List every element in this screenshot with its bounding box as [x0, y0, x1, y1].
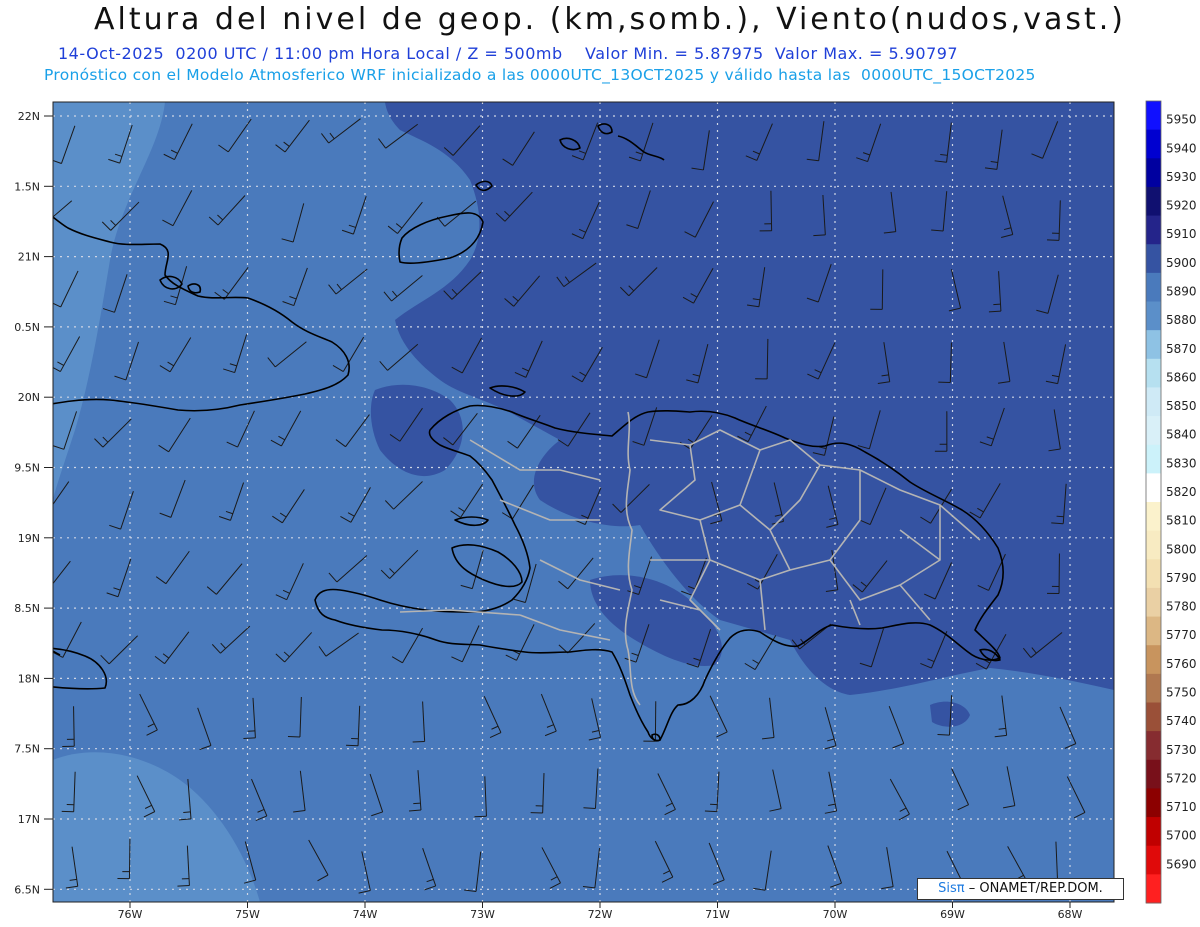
colorbar-label: 5820: [1166, 485, 1197, 499]
colorbar-swatch: [1146, 502, 1161, 532]
colorbar-swatch: [1146, 129, 1161, 159]
colorbar-label: 5840: [1166, 428, 1197, 442]
colorbar-label: 5810: [1166, 514, 1197, 528]
colorbar-swatch: [1146, 387, 1161, 417]
colorbar-swatch: [1146, 444, 1161, 474]
colorbar-swatch: [1146, 301, 1161, 331]
credit-brand: Sisπ: [938, 881, 965, 896]
colorbar-swatch: [1146, 330, 1161, 360]
colorbar-swatch: [1146, 845, 1161, 875]
colorbar-label: 5830: [1166, 456, 1197, 470]
colorbar-swatch: [1146, 645, 1161, 675]
colorbar-swatch: [1146, 788, 1161, 818]
colorbar-swatch: [1146, 874, 1161, 904]
colorbar-label: 5800: [1166, 542, 1197, 556]
colorbar-swatch: [1146, 215, 1161, 245]
colorbar-label: 5890: [1166, 285, 1197, 299]
longitude-axis: 76W 75W 74W 73W 72W 71W 70W 69W 68W: [118, 902, 1083, 921]
colorbar-swatch: [1146, 272, 1161, 302]
colorbar-label: 5870: [1166, 342, 1197, 356]
colorbar-label: 5930: [1166, 170, 1197, 184]
colorbar-label: 5950: [1166, 113, 1197, 127]
colorbar-label: 5940: [1166, 141, 1197, 155]
lon-tick-label: 75W: [235, 908, 260, 921]
lat-tick-label: 6.5N: [14, 883, 40, 896]
colorbar-label: 5900: [1166, 256, 1197, 270]
colorbar-swatch: [1146, 101, 1161, 131]
lat-tick-label: 8.5N: [14, 602, 40, 615]
color-scale: 5950 5940 5930 5920 5910 5900 5890 5880 5870 5860…: [1145, 100, 1197, 904]
lat-tick-label: 17N: [18, 813, 40, 826]
lon-tick-label: 68W: [1058, 908, 1083, 921]
colorbar-label: 5750: [1166, 686, 1197, 700]
lat-tick-label: 22N: [18, 110, 40, 123]
lat-tick-label: 7.5N: [14, 743, 40, 756]
colorbar-swatch: [1146, 473, 1161, 503]
colorbar-label: 5730: [1166, 743, 1197, 757]
colorbar-label: 5700: [1166, 829, 1197, 843]
colorbar-swatch: [1146, 559, 1161, 589]
colorbar-swatch: [1146, 158, 1161, 188]
lon-tick-label: 72W: [588, 908, 613, 921]
lat-tick-label: 20N: [18, 391, 40, 404]
colorbar-swatch: [1146, 186, 1161, 217]
colorbar-label: 5780: [1166, 600, 1197, 614]
forecast-map: 22N 1.5N 21N 0.5N 20N 9.5N 19N 8.5N 18N 7.5N 17N 6.…: [14, 100, 1197, 921]
colorbar-label: 5770: [1166, 628, 1197, 642]
colorbar-label: 5880: [1166, 313, 1197, 327]
credit-box: Sisπ – ONAMET/REP.DOM.: [917, 878, 1124, 900]
colorbar-label: 5760: [1166, 657, 1197, 671]
lon-tick-label: 74W: [353, 908, 378, 921]
colorbar-swatch: [1146, 244, 1161, 274]
colorbar-label: 5720: [1166, 771, 1197, 785]
lon-tick-label: 69W: [940, 908, 965, 921]
lat-tick-label: 18N: [18, 672, 40, 685]
credit-text: – ONAMET/REP.DOM.: [968, 881, 1103, 896]
colorbar-swatch: [1146, 673, 1161, 703]
lat-tick-label: 0.5N: [14, 321, 40, 334]
colorbar-label: 5690: [1166, 857, 1197, 871]
colorbar-label: 5920: [1166, 199, 1197, 213]
colorbar-swatch: [1146, 616, 1161, 646]
colorbar-label: 5910: [1166, 227, 1197, 241]
lon-tick-label: 70W: [823, 908, 848, 921]
lon-tick-label: 73W: [470, 908, 495, 921]
colorbar-label: 5790: [1166, 571, 1197, 585]
colorbar-swatch: [1146, 702, 1161, 732]
lat-tick-label: 9.5N: [14, 462, 40, 475]
lat-tick-label: 19N: [18, 532, 40, 545]
lat-tick-label: 21N: [18, 251, 40, 264]
colorbar-swatch: [1146, 530, 1161, 560]
geopotential-shading: [53, 102, 1114, 902]
colorbar-swatch: [1146, 817, 1161, 847]
colorbar-swatch: [1146, 759, 1161, 789]
lat-tick-label: 1.5N: [14, 180, 40, 193]
lon-tick-label: 76W: [118, 908, 143, 921]
colorbar-swatch: [1146, 416, 1161, 446]
colorbar-label: 5850: [1166, 399, 1197, 413]
lon-tick-label: 71W: [705, 908, 730, 921]
colorbar-swatch: [1146, 731, 1161, 761]
colorbar-swatch: [1146, 358, 1161, 388]
colorbar-label: 5740: [1166, 714, 1197, 728]
colorbar-swatch: [1146, 587, 1161, 618]
colorbar-label: 5860: [1166, 370, 1197, 384]
latitude-axis: 22N 1.5N 21N 0.5N 20N 9.5N 19N 8.5N 18N 7.5N 17N 6.…: [14, 110, 53, 896]
colorbar-label: 5710: [1166, 800, 1197, 814]
